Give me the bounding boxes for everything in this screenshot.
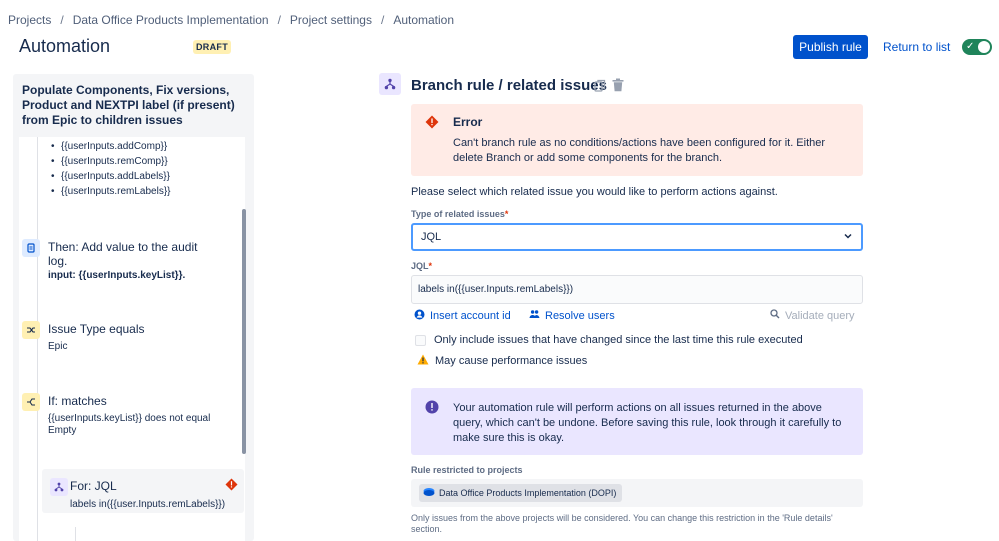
chevron-down-icon <box>843 231 853 244</box>
resolve-users-button[interactable]: Resolve users <box>529 309 615 322</box>
publish-rule-button[interactable]: Publish rule <box>793 35 868 59</box>
select-prompt: Please select which related issue you wo… <box>411 186 778 198</box>
breadcrumb-projects[interactable]: Projects <box>8 13 51 27</box>
breadcrumb-project[interactable]: Data Office Products Implementation <box>73 13 269 27</box>
info-text: Your automation rule will perform action… <box>453 402 842 444</box>
node-title: Issue Type equals <box>48 322 145 336</box>
error-icon <box>425 115 439 134</box>
resolve-users-label: Resolve users <box>545 309 615 322</box>
error-icon <box>225 478 238 491</box>
trash-icon[interactable] <box>612 78 624 97</box>
error-title: Error <box>453 115 483 129</box>
project-chip-label: Data Office Products Implementation (DOP… <box>439 488 617 498</box>
error-text: Can't branch rule as no conditions/actio… <box>453 137 826 164</box>
validate-query-label: Validate query <box>785 309 855 322</box>
node-detail: input: {{userInputs.keyList}}. <box>48 270 186 281</box>
only-changed-option: Only include issues that have changed si… <box>415 334 803 346</box>
branch-condition-icon <box>22 393 40 411</box>
required-mark: * <box>504 209 509 219</box>
user-inputs-list: {{userInputs.addComp}} {{userInputs.remC… <box>51 139 171 199</box>
page-title: Automation <box>19 36 111 56</box>
performance-warning: May cause performance issues <box>417 354 587 368</box>
node-title: For: JQL <box>70 479 117 493</box>
breadcrumb: Projects / Data Office Products Implemen… <box>8 13 454 27</box>
project-chip: Data Office Products Implementation (DOP… <box>419 484 623 502</box>
return-to-list-link[interactable]: Return to list <box>883 40 950 54</box>
insert-account-id-button[interactable]: Insert account id <box>414 309 511 323</box>
warning-text: May cause performance issues <box>435 355 588 367</box>
issue-type-condition[interactable]: Issue Type equals Epic <box>22 321 237 361</box>
restricted-projects-label: Rule restricted to projects <box>411 465 523 475</box>
project-icon <box>423 487 435 499</box>
node-detail: {{userInputs.keyList}} does not equal Em… <box>48 413 211 436</box>
only-changed-label: Only include issues that have changed si… <box>434 334 803 346</box>
restricted-projects: Data Office Products Implementation (DOP… <box>411 479 863 507</box>
audit-log-action[interactable]: Then: Add value to the audit log. input:… <box>22 239 237 289</box>
document-icon <box>22 239 40 257</box>
draft-badge: DRAFT <box>193 40 231 54</box>
breadcrumb-automation[interactable]: Automation <box>393 13 454 27</box>
connector-line <box>75 527 76 541</box>
list-item: {{userInputs.remComp}} <box>51 154 171 169</box>
node-title: Then: Add value to the audit log. <box>48 240 198 268</box>
list-item: {{userInputs.remLabels}} <box>51 184 171 199</box>
node-detail: labels in({{user.Inputs.remLabels}}) <box>70 499 226 510</box>
if-matches-condition[interactable]: If: matches {{userInputs.keyList}} does … <box>22 393 237 437</box>
info-icon <box>425 400 439 419</box>
restricted-note: Only issues from the above projects will… <box>411 513 833 534</box>
users-icon <box>529 309 540 322</box>
validate-query-button[interactable]: Validate query <box>770 309 855 322</box>
copy-icon[interactable] <box>594 79 606 97</box>
toggle-knob <box>978 41 990 53</box>
breadcrumb-separator: / <box>277 13 281 27</box>
type-select-value: JQL <box>421 231 442 243</box>
check-icon: ✓ <box>966 41 975 52</box>
jql-label-text: JQL <box>411 261 429 271</box>
branch-title: Branch rule / related issues <box>411 77 607 94</box>
scrollbar[interactable] <box>242 209 246 454</box>
warning-icon <box>417 354 429 368</box>
for-jql-branch[interactable]: For: JQL labels in({{user.Inputs.remLabe… <box>42 469 244 513</box>
list-item: {{userInputs.addComp}} <box>51 139 171 154</box>
breadcrumb-project-settings[interactable]: Project settings <box>290 13 372 27</box>
jql-input[interactable]: labels in({{user.Inputs.remLabels}}) <box>411 275 863 304</box>
type-label-text: Type of related issues <box>411 209 505 219</box>
info-message: Your automation rule will perform action… <box>411 388 863 455</box>
rule-enabled-toggle[interactable]: ✓ <box>962 39 992 55</box>
breadcrumb-separator: / <box>60 13 64 27</box>
only-changed-checkbox[interactable] <box>415 334 426 346</box>
breadcrumb-separator: / <box>380 13 385 27</box>
type-field-label: Type of related issues* <box>411 209 508 219</box>
branch-icon <box>50 478 68 496</box>
type-select[interactable]: JQL <box>411 223 863 251</box>
branch-icon <box>379 73 401 95</box>
list-item: {{userInputs.addLabels}} <box>51 169 171 184</box>
insert-account-id-label: Insert account id <box>430 310 511 322</box>
node-title: If: matches <box>48 394 107 408</box>
jql-field-label: JQL* <box>411 261 432 271</box>
search-icon <box>770 309 780 322</box>
error-message: Error Can't branch rule as no conditions… <box>411 104 863 176</box>
node-detail: Epic <box>48 341 68 352</box>
required-mark: * <box>428 261 433 271</box>
shuffle-icon <box>22 321 40 339</box>
rule-name: Populate Components, Fix versions, Produ… <box>22 83 235 127</box>
user-icon <box>414 309 425 323</box>
jql-input-value: labels in({{user.Inputs.remLabels}}) <box>418 284 574 295</box>
